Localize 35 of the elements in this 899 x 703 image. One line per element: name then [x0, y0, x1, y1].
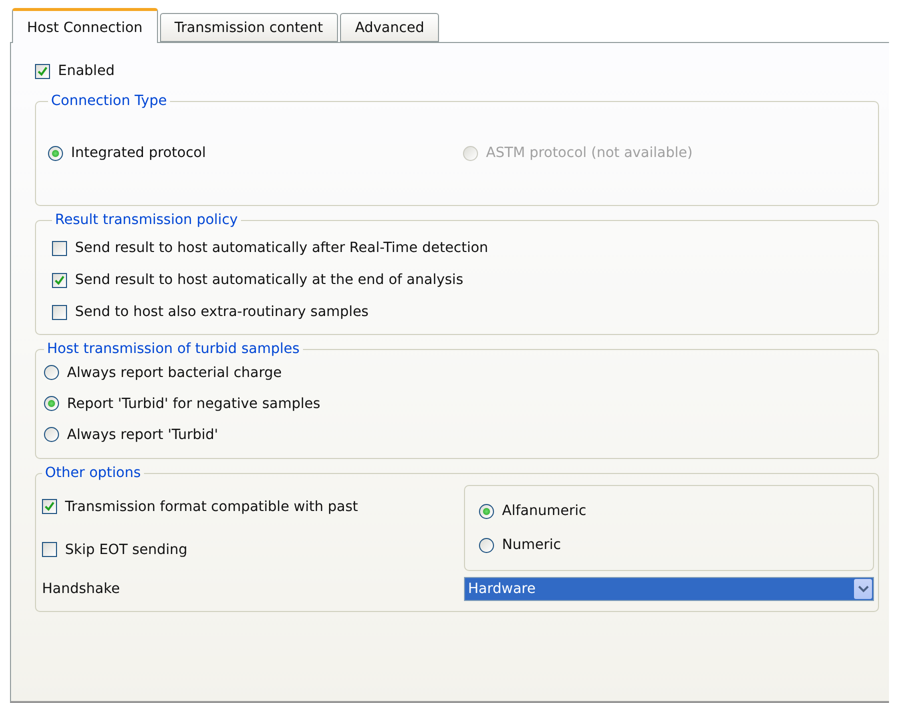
radio-button[interactable] [479, 538, 494, 552]
checkbox[interactable] [35, 64, 50, 78]
radio-button[interactable] [48, 146, 63, 160]
checkbox[interactable] [52, 240, 67, 256]
radio-button[interactable] [44, 365, 59, 380]
handshake-dropdown[interactable]: Hardware [464, 577, 874, 601]
radio-label: Always report 'Turbid' [67, 426, 218, 442]
checkbox[interactable] [42, 499, 57, 514]
radio-button[interactable] [44, 427, 59, 442]
checkbox-label: Enabled [58, 63, 115, 79]
tab[interactable]: Advanced [340, 13, 440, 42]
checkbox-label: Send result to host automatically after Real-Time detection [75, 240, 488, 256]
chevron-down-icon [854, 579, 872, 599]
radio-label: ASTM protocol (not available) [486, 145, 693, 161]
tab[interactable]: Transmission content [160, 13, 338, 42]
group-title: Host transmission of turbid samples [46, 341, 301, 357]
radio-label: Integrated protocol [71, 145, 206, 161]
checkbox-label: Send to host also extra-routinary samples [75, 304, 369, 320]
radio-button[interactable] [44, 396, 59, 411]
checkbox[interactable] [52, 304, 67, 320]
tab[interactable]: Host Connection [12, 8, 158, 43]
radio-label: Always report bacterial charge [67, 364, 282, 380]
group-title: Result transmission policy [54, 212, 239, 228]
checkbox[interactable] [42, 542, 57, 557]
radio-button[interactable] [479, 504, 494, 518]
group-title: Other options [44, 465, 142, 481]
radio-label: Alfanumeric [502, 503, 586, 519]
group-title: Connection Type [50, 93, 168, 109]
checkbox-label: Skip EOT sending [65, 542, 188, 558]
checkbox[interactable] [52, 272, 67, 288]
radio-label: Numeric [502, 537, 561, 553]
radio-label: Report 'Turbid' for negative samples [67, 396, 320, 412]
checkbox-label: Send result to host automatically at the end of analysis [75, 272, 464, 288]
handshake-label: Handshake [42, 581, 121, 597]
checkbox-label: Transmission format compatible with past [65, 498, 358, 514]
